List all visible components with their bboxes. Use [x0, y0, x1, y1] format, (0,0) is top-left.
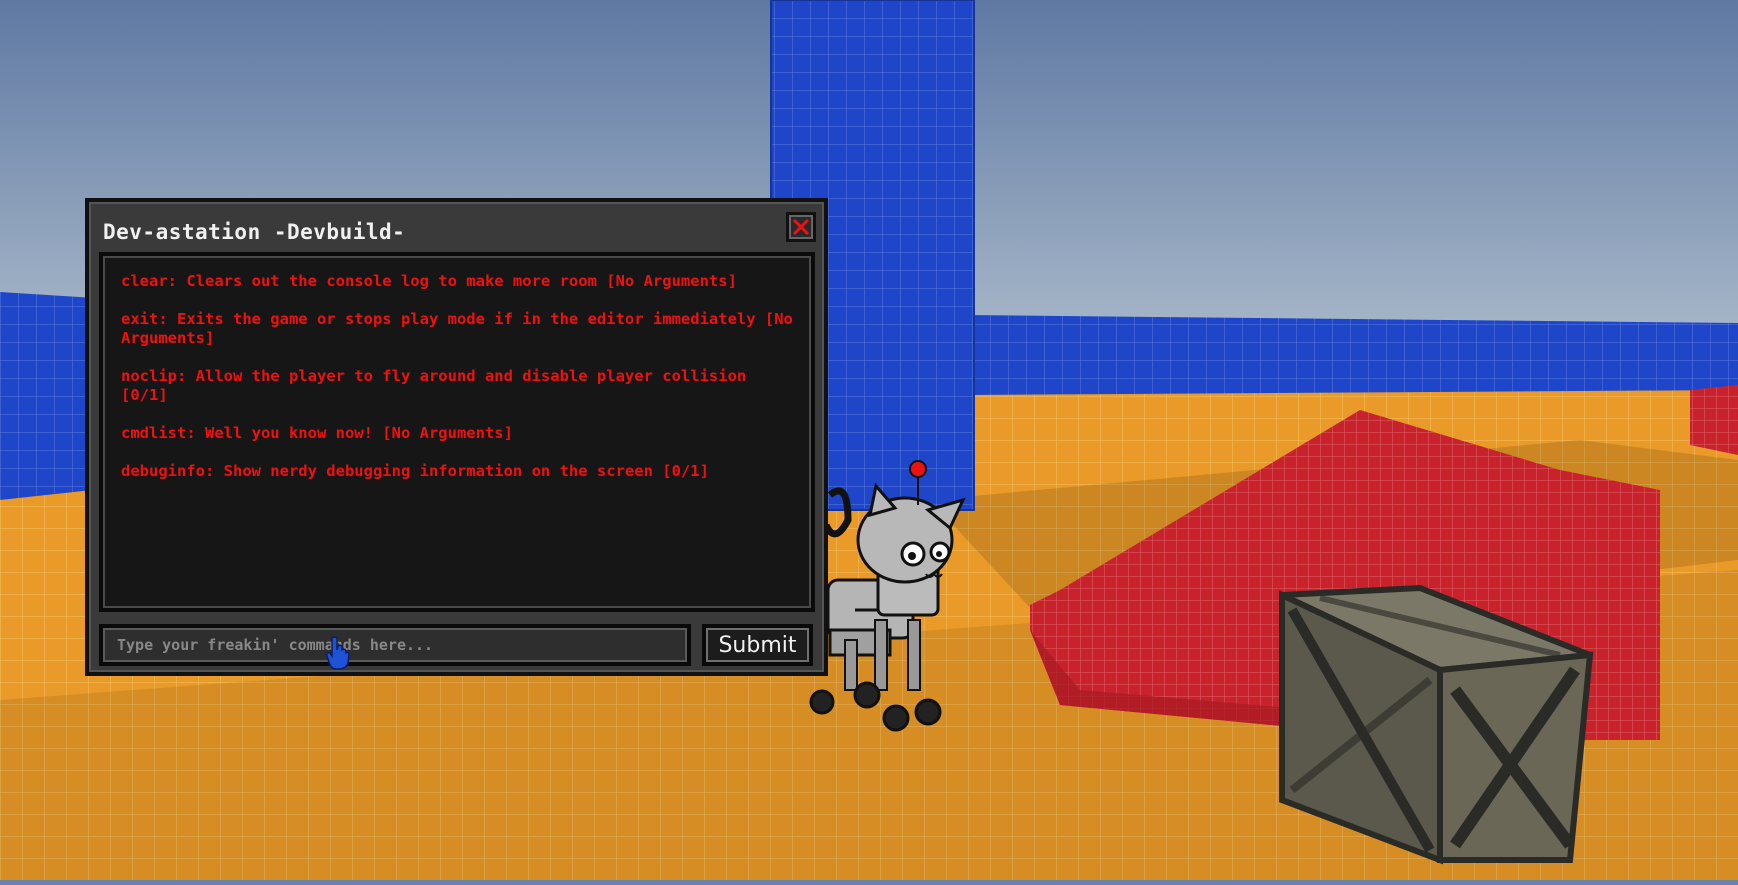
red-block-right — [1690, 385, 1738, 455]
console-log[interactable]: clear: Clears out the console log to mak… — [99, 252, 815, 612]
close-icon — [792, 218, 810, 236]
console-title: Dev-astation -Devbuild- — [103, 220, 406, 244]
hand-pointer-icon — [326, 636, 350, 675]
log-entry: cmdlist: Well you know now! [No Argument… — [121, 424, 513, 442]
log-entry: debuginfo: Show nerdy debugging informat… — [121, 462, 709, 480]
log-entry: exit: Exits the game or stops play mode … — [121, 310, 803, 347]
log-entry: noclip: Allow the player to fly around a… — [121, 367, 756, 404]
close-button[interactable] — [786, 212, 816, 242]
dev-console-window: Dev-astation -Devbuild- clear: Clears ou… — [85, 198, 828, 676]
submit-button[interactable]: Submit — [702, 624, 813, 666]
back-wall-right — [965, 315, 1738, 398]
back-wall-left — [0, 292, 95, 520]
log-entry: clear: Clears out the console log to mak… — [121, 272, 737, 290]
command-input[interactable] — [99, 624, 691, 666]
